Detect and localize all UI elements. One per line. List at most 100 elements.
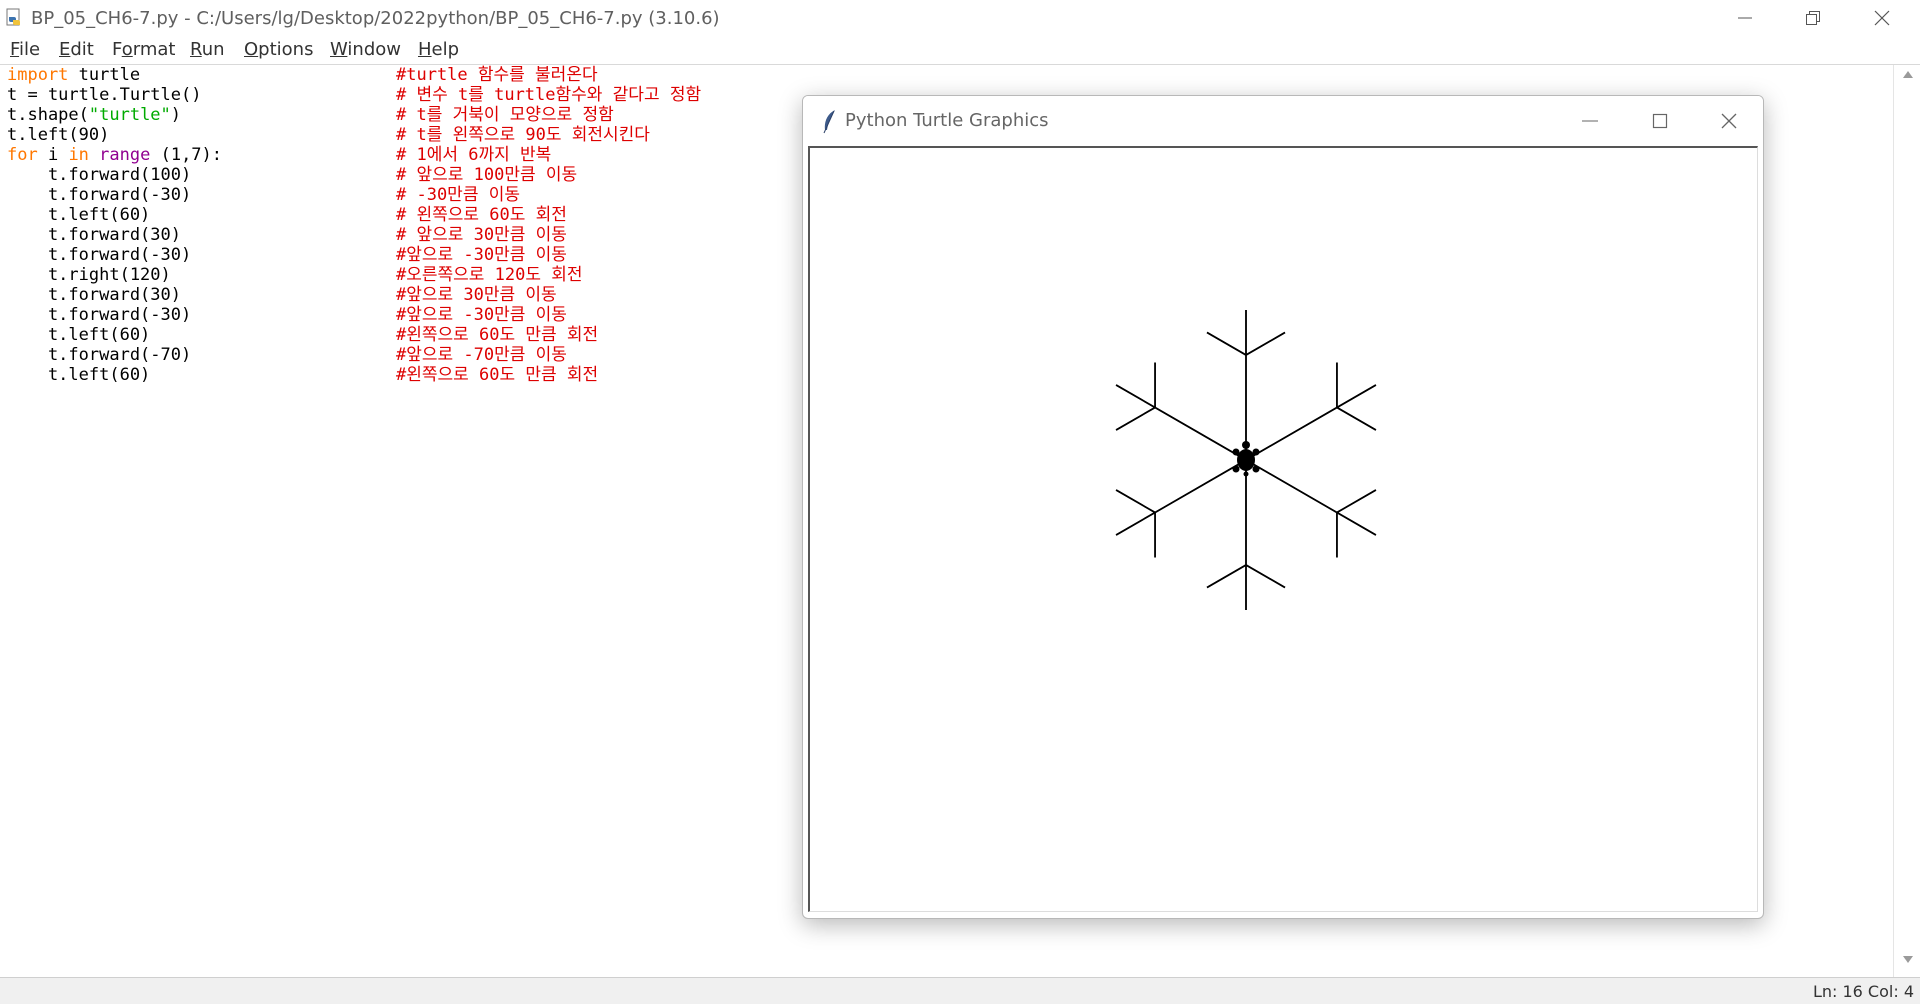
code-token: t.left(60) [7, 325, 151, 345]
code-token: t.forward(-70) [7, 345, 192, 365]
turtle-graphics-window[interactable]: Python Turtle Graphics [802, 95, 1764, 919]
code-token: range [99, 145, 151, 165]
drawn-line [1245, 459, 1338, 514]
feather-icon [819, 108, 841, 134]
drawn-line [1336, 489, 1377, 514]
menu-file[interactable]: File [10, 39, 40, 60]
arrow-up-icon [1902, 71, 1913, 78]
menu-edit[interactable]: Edit [59, 39, 94, 60]
code-line: t.forward(-70) [7, 345, 191, 365]
window-title: BP_05_CH6-7.py - C:/Users/lg/Desktop/202… [31, 8, 720, 29]
menu-window[interactable]: Window [330, 39, 401, 60]
code-line: for i in range (1,7): [7, 145, 222, 165]
drawn-line [1336, 511, 1377, 536]
close-icon [1721, 113, 1737, 129]
code-comment: #오른쪽으로 120도 회전 [396, 265, 583, 285]
minimize-icon [1738, 17, 1752, 19]
drawn-line [1206, 331, 1247, 356]
code-token: t.shape( [7, 105, 89, 125]
cursor-position: Ln: 16 Col: 4 [1812, 982, 1914, 1001]
menu-options[interactable]: Options [244, 39, 313, 60]
close-button[interactable] [1852, 0, 1912, 36]
drawn-line [1154, 406, 1247, 461]
code-token: t.forward(30) [7, 285, 181, 305]
code-token: import [7, 65, 69, 85]
code-comment: #앞으로 -30만큼 이동 [396, 245, 567, 265]
drawn-line [1206, 564, 1247, 589]
code-token: t.forward(30) [7, 225, 181, 245]
drawn-line [1115, 511, 1156, 536]
vertical-scrollbar[interactable] [1893, 65, 1920, 977]
scroll-down-button[interactable] [1894, 955, 1920, 973]
code-token: t = turtle.Turtle() [7, 85, 202, 105]
code-comment: # t를 왼쪽으로 90도 회전시킨다 [396, 125, 650, 145]
code-line: t.forward(-30) [7, 245, 191, 265]
code-comment: #왼쪽으로 60도 만큼 회전 [396, 365, 599, 385]
drawn-line [1336, 384, 1377, 409]
menu-help[interactable]: Help [418, 39, 459, 60]
code-token: t.forward(-30) [7, 185, 192, 205]
code-token: t.left(60) [7, 205, 151, 225]
code-token: t.forward(-30) [7, 245, 192, 265]
menu-format[interactable]: Format [112, 39, 175, 60]
drawn-line [1115, 489, 1156, 514]
restore-icon [1806, 11, 1820, 25]
maximize-icon [1652, 113, 1668, 129]
code-line: t.forward(30) [7, 225, 181, 245]
code-comment: #앞으로 -70만큼 이동 [396, 345, 567, 365]
menu-bar: File Edit Format Run Options Window Help [0, 36, 1920, 65]
code-line: t.shape("turtle") [7, 105, 181, 125]
code-line: t.forward(100) [7, 165, 191, 185]
code-comment: # 1에서 6까지 반복 [396, 145, 552, 165]
title-bar: BP_05_CH6-7.py - C:/Users/lg/Desktop/202… [0, 0, 1920, 36]
code-comment: #앞으로 30만큼 이동 [396, 285, 557, 305]
code-line: t.left(60) [7, 325, 150, 345]
status-bar: Ln: 16 Col: 4 [0, 977, 1920, 1004]
drawn-line [1115, 384, 1156, 409]
code-comment: # 왼쪽으로 60도 회전 [396, 205, 567, 225]
code-token: for [7, 145, 38, 165]
code-line: t.left(90) [7, 125, 109, 145]
code-line: t.forward(30) [7, 285, 181, 305]
python-file-icon [4, 8, 26, 28]
code-token: turtle [68, 65, 141, 85]
scroll-up-button[interactable] [1894, 69, 1920, 87]
menu-run[interactable]: Run [190, 39, 225, 60]
turtle-window-title: Python Turtle Graphics [845, 110, 1049, 131]
code-line: t.left(60) [7, 205, 150, 225]
code-comment: # 앞으로 30만큼 이동 [396, 225, 567, 245]
code-comment: #앞으로 -30만큼 이동 [396, 305, 567, 325]
turtle-title-bar[interactable]: Python Turtle Graphics [803, 96, 1763, 146]
code-line: import turtle [7, 65, 140, 85]
turtle-maximize-button[interactable] [1630, 101, 1690, 141]
code-token: in [68, 145, 89, 165]
code-comment: # t를 거북이 모양으로 정함 [396, 105, 614, 125]
minimize-button[interactable] [1715, 0, 1775, 36]
restore-button[interactable] [1783, 0, 1843, 36]
code-token: "turtle" [88, 105, 171, 125]
snowflake-drawing [1115, 310, 1377, 610]
code-line: t.left(60) [7, 365, 150, 385]
code-token: t.left(90) [7, 125, 110, 145]
code-line: t = turtle.Turtle() [7, 85, 201, 105]
drawn-line [1115, 406, 1156, 431]
code-line: t.forward(-30) [7, 305, 191, 325]
code-token: ) [170, 105, 182, 125]
code-token: t.forward(-30) [7, 305, 192, 325]
code-comment: #turtle 함수를 불러온다 [396, 65, 598, 85]
turtle-minimize-button[interactable] [1560, 101, 1620, 141]
code-line: t.forward(-30) [7, 185, 191, 205]
code-token: t.forward(100) [7, 165, 192, 185]
turtle-canvas[interactable] [808, 146, 1758, 912]
drawn-line [1336, 406, 1377, 431]
code-token: t.left(60) [7, 365, 151, 385]
code-comment: # 변수 t를 turtle함수와 같다고 정함 [396, 85, 702, 105]
code-comment: # 앞으로 100만큼 이동 [396, 165, 578, 185]
turtle-close-button[interactable] [1699, 101, 1759, 141]
code-line: t.right(120) [7, 265, 171, 285]
close-icon [1874, 10, 1890, 26]
code-token: (1,7): [150, 145, 223, 165]
drawn-line [1154, 459, 1247, 514]
code-token: i [37, 145, 69, 165]
